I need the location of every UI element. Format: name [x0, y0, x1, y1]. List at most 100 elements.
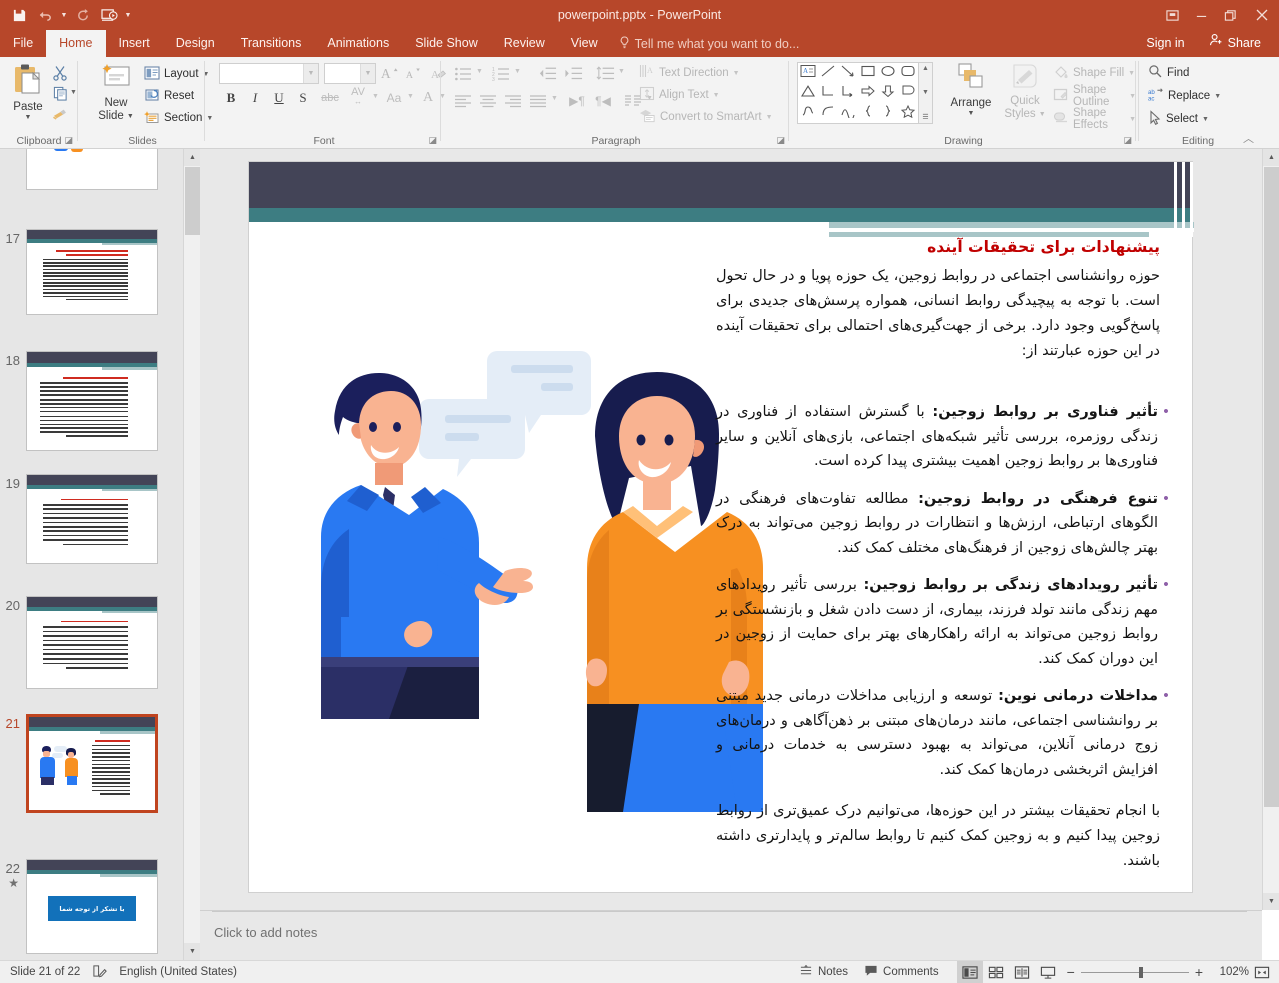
thumbnail-row-22[interactable]: 22 ★ با تشکر از توجه شما: [0, 859, 183, 954]
slide-scroll-down-icon[interactable]: ▼: [1263, 893, 1279, 910]
slide-show-button[interactable]: [1035, 961, 1061, 983]
reset-button[interactable]: Reset: [144, 85, 194, 107]
text-shadow-button[interactable]: S: [293, 88, 313, 108]
shape-line-icon[interactable]: [820, 64, 836, 83]
decrease-font-size-icon[interactable]: A: [403, 63, 425, 84]
shape-textbox-icon[interactable]: A: [800, 64, 816, 83]
drawing-dialog-launcher[interactable]: ◪: [1123, 135, 1132, 146]
shape-curve-icon[interactable]: [820, 104, 836, 123]
numbering-icon[interactable]: 123: [489, 63, 513, 84]
find-button[interactable]: Find: [1148, 62, 1189, 84]
tab-insert[interactable]: Insert: [106, 30, 163, 57]
increase-indent-icon[interactable]: [561, 63, 585, 84]
quick-styles-dropdown-icon[interactable]: ▼: [1039, 111, 1046, 119]
thumbnail-row-partial[interactable]: [0, 149, 183, 190]
shape-elbow-arrow-icon[interactable]: [840, 84, 856, 103]
paragraph-dialog-launcher[interactable]: ◪: [776, 135, 785, 146]
slide-title[interactable]: پیشنهادات برای تحقیقات آینده: [700, 238, 1160, 256]
paste-button[interactable]: Paste ▼: [6, 62, 50, 122]
bold-button[interactable]: B: [221, 88, 241, 108]
increase-font-size-icon[interactable]: A: [379, 63, 401, 84]
align-right-icon[interactable]: [501, 90, 525, 111]
copy-dropdown-icon[interactable]: ▼: [70, 89, 77, 96]
shape-right-brace-icon[interactable]: [880, 104, 896, 123]
shape-down-arrow-icon[interactable]: [880, 84, 896, 103]
new-slide-button[interactable]: New Slide ▼: [92, 62, 140, 123]
thumbnail-row-19[interactable]: 19: [0, 474, 183, 564]
line-spacing-icon[interactable]: [593, 63, 617, 84]
zoom-control[interactable]: − +: [1061, 964, 1209, 980]
slide-thumbnail-19[interactable]: [26, 474, 158, 564]
bullet-item-4[interactable]: • مداخلات درمانی نوین: توسعه و ارزیابی م…: [716, 684, 1174, 782]
underline-button[interactable]: U: [269, 88, 289, 108]
shape-elbow-connector-icon[interactable]: [820, 84, 836, 103]
clipboard-dialog-launcher[interactable]: ◪: [64, 135, 73, 146]
align-text-dropdown-icon[interactable]: ▼: [713, 92, 720, 99]
current-slide[interactable]: پیشنهادات برای تحقیقات آینده حوزه روانشن…: [248, 161, 1194, 893]
slide-intro-paragraph[interactable]: حوزه روانشناسی اجتماعی در روابط زوجین، ی…: [716, 264, 1160, 364]
undo-dropdown-icon[interactable]: ▼: [58, 2, 70, 28]
font-size-input[interactable]: ▼: [324, 63, 376, 84]
zoom-in-button[interactable]: +: [1195, 964, 1203, 980]
text-direction-button[interactable]: A Text Direction ▼: [639, 62, 740, 84]
replace-button[interactable]: ab ac Replace ▼: [1148, 85, 1221, 107]
arrange-button[interactable]: Arrange ▼: [943, 62, 999, 118]
convert-to-smartart-button[interactable]: Convert to SmartArt ▼: [639, 106, 773, 128]
justify-dropdown-icon[interactable]: ▼: [551, 95, 558, 102]
reading-view-button[interactable]: [1009, 961, 1035, 983]
shapes-gallery[interactable]: A: [797, 62, 919, 124]
layout-button[interactable]: Layout ▼: [144, 63, 209, 85]
redo-icon[interactable]: [70, 2, 96, 28]
fit-to-window-button[interactable]: [1249, 961, 1275, 983]
zoom-slider-track[interactable]: [1080, 966, 1189, 978]
shape-effects-button[interactable]: Shape Effects ▼: [1053, 107, 1136, 131]
replace-dropdown-icon[interactable]: ▼: [1214, 93, 1221, 100]
text-direction-dropdown-icon[interactable]: ▼: [733, 70, 740, 77]
new-slide-dropdown-icon[interactable]: ▼: [127, 113, 134, 121]
thumbnail-row-18[interactable]: 18: [0, 351, 183, 451]
notes-pane[interactable]: Click to add notes: [200, 910, 1262, 960]
cut-icon[interactable]: [50, 63, 70, 82]
thumbnail-row-20[interactable]: 20: [0, 596, 183, 689]
slide-thumbnail-17[interactable]: [26, 229, 158, 315]
character-spacing-button[interactable]: AV ↔: [345, 86, 371, 108]
shape-outline-button[interactable]: Shape Outline ▼: [1053, 84, 1136, 108]
panel-scroll-down-icon[interactable]: ▼: [184, 943, 201, 960]
shape-rectangle-icon[interactable]: [860, 64, 876, 83]
slide-thumbnail-22[interactable]: با تشکر از توجه شما: [26, 859, 158, 954]
bullet-item-1[interactable]: • تأثیر فناوری بر روابط زوجین: با گسترش …: [716, 400, 1174, 474]
smartart-dropdown-icon[interactable]: ▼: [766, 114, 773, 121]
shapes-scroll-up-icon[interactable]: ▲: [922, 65, 929, 72]
line-spacing-dropdown-icon[interactable]: ▼: [618, 68, 625, 75]
thumbnail-row-17[interactable]: 17: [0, 229, 183, 315]
tab-slide-show[interactable]: Slide Show: [402, 30, 491, 57]
align-left-icon[interactable]: [451, 90, 475, 111]
tab-transitions[interactable]: Transitions: [228, 30, 315, 57]
tab-file[interactable]: File: [0, 30, 46, 57]
justify-icon[interactable]: [526, 90, 550, 111]
font-name-dropdown-icon[interactable]: ▼: [303, 64, 318, 83]
character-spacing-dropdown-icon[interactable]: ▼: [372, 93, 379, 100]
slide-scroll-up-icon[interactable]: ▲: [1263, 149, 1279, 166]
bullets-dropdown-icon[interactable]: ▼: [476, 68, 483, 75]
decrease-indent-icon[interactable]: [535, 63, 559, 84]
strikethrough-button[interactable]: abc: [317, 88, 343, 108]
font-color-button[interactable]: A: [418, 88, 438, 108]
notes-placeholder[interactable]: Click to add notes: [214, 925, 317, 940]
paste-dropdown-icon[interactable]: ▼: [25, 114, 32, 122]
slide-thumbnail-21[interactable]: [26, 714, 158, 813]
tab-animations[interactable]: Animations: [314, 30, 402, 57]
section-button[interactable]: Section ▼: [144, 107, 213, 129]
slide-thumbnail-18[interactable]: [26, 351, 158, 451]
bullets-icon[interactable]: [451, 63, 475, 84]
slide-scroll-thumb[interactable]: [1264, 167, 1279, 807]
font-size-dropdown-icon[interactable]: ▼: [360, 64, 375, 83]
quick-styles-button[interactable]: Quick Styles ▼: [1001, 62, 1049, 121]
slide-bullet-list[interactable]: • تأثیر فناوری بر روابط زوجین: با گسترش …: [716, 400, 1174, 795]
spell-check-icon[interactable]: [92, 964, 108, 981]
italic-button[interactable]: I: [245, 88, 265, 108]
arrange-dropdown-icon[interactable]: ▼: [968, 110, 975, 118]
format-painter-icon[interactable]: [50, 103, 70, 122]
tab-home[interactable]: Home: [46, 30, 106, 57]
minimize-icon[interactable]: [1187, 0, 1216, 30]
